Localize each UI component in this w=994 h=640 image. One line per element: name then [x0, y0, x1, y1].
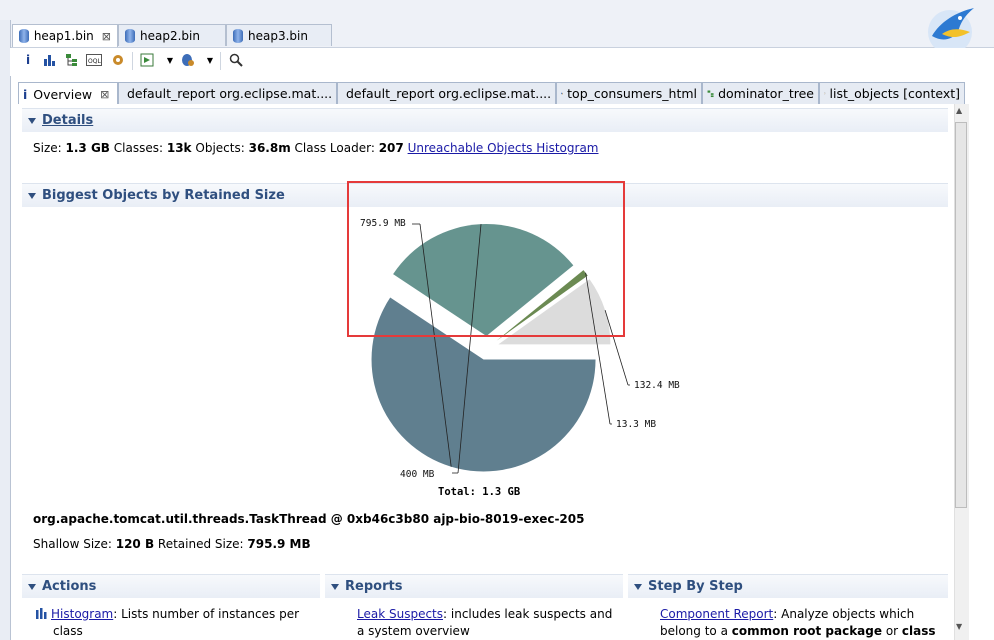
- close-icon[interactable]: ⊠: [100, 88, 109, 101]
- tab-label: list_objects [context]: [829, 86, 960, 101]
- details-line: Size: 1.3 GB Classes: 13k Objects: 36.8m…: [33, 141, 933, 155]
- toolbar: [10, 48, 994, 76]
- chevron-down-icon: [28, 117, 36, 124]
- retained-size-value: 795.9 MB: [247, 537, 311, 551]
- gear-icon[interactable]: [110, 52, 126, 68]
- shallow-size-value: 120 B: [115, 537, 155, 551]
- step-description-2: belong to a: [660, 624, 732, 638]
- tab-overview[interactable]: i Overview ⊠: [18, 82, 118, 105]
- histogram-link[interactable]: Histogram: [51, 607, 113, 621]
- histogram-icon: [36, 608, 47, 619]
- tab-heap3[interactable]: heap3.bin: [226, 24, 332, 46]
- selected-object-name[interactable]: org.apache.tomcat.util.threads.TaskThrea…: [33, 512, 584, 526]
- run-report-icon[interactable]: [140, 52, 156, 68]
- section-title: Actions: [42, 579, 97, 594]
- step-description-class: class: [901, 624, 936, 638]
- class-loader-value: 207: [378, 141, 404, 155]
- tab-default-report-1[interactable]: default_report org.eclipse.mat....: [118, 82, 337, 104]
- chevron-down-icon: [634, 583, 642, 590]
- classes-value: 13k: [166, 141, 192, 155]
- tab-default-report-2[interactable]: default_report org.eclipse.mat....: [337, 82, 556, 104]
- classes-label: Classes:: [113, 141, 164, 155]
- actions-description: : Lists number of instances per: [113, 607, 300, 621]
- step-description-or: or: [882, 624, 902, 638]
- close-icon[interactable]: ⊠: [102, 30, 111, 43]
- selected-object-sizes: Shallow Size: 120 B Retained Size: 795.9…: [33, 537, 311, 551]
- actions-description-2: class: [53, 624, 83, 638]
- step-description-bold: common root package: [731, 624, 883, 638]
- chevron-down-icon: [28, 583, 36, 590]
- dominator-tree-icon: [707, 90, 714, 98]
- search-icon[interactable]: [228, 52, 244, 68]
- toolbar-separator: [132, 52, 133, 70]
- section-title: Biggest Objects by Retained Size: [42, 188, 285, 203]
- pie-slice-label: 132.4 MB: [634, 380, 680, 391]
- tab-label: heap3.bin: [248, 28, 308, 43]
- pie-slice-label: 400 MB: [400, 469, 435, 480]
- actions-section-header[interactable]: Actions: [22, 574, 320, 598]
- pie-slice-label: 13.3 MB: [616, 419, 656, 430]
- size-value: 1.3 GB: [65, 141, 110, 155]
- step-by-step-body: Component Report: Analyze objects which b…: [660, 606, 950, 640]
- database-icon: [19, 29, 29, 43]
- leak-suspects-link[interactable]: Leak Suspects: [357, 607, 443, 621]
- tab-label: heap2.bin: [140, 28, 200, 43]
- tab-top-consumers[interactable]: top_consumers_html: [556, 82, 702, 104]
- scroll-up-icon[interactable]: ▲: [956, 106, 962, 115]
- section-title: Details: [42, 113, 94, 128]
- reports-section-header[interactable]: Reports: [325, 574, 623, 598]
- oql-icon[interactable]: OQL: [86, 52, 102, 68]
- query-browser-icon[interactable]: [180, 52, 196, 68]
- section-title: Reports: [345, 579, 403, 594]
- size-label: Size:: [33, 141, 62, 155]
- chevron-down-icon[interactable]: ▼: [162, 52, 178, 68]
- tab-heap2[interactable]: heap2.bin: [118, 24, 226, 46]
- left-panel-edge: [0, 20, 11, 640]
- tab-label: heap1.bin: [33, 29, 94, 43]
- chevron-down-icon[interactable]: ▼: [202, 52, 218, 68]
- reports-description-2: a system overview: [357, 624, 470, 638]
- pie-total-label: Total: 1.3 GB: [438, 486, 520, 498]
- reports-description: : includes leak suspects and: [443, 607, 613, 621]
- retained-size-label: Retained Size:: [157, 537, 244, 551]
- tab-label: Overview: [33, 86, 93, 102]
- app-logo-icon: [920, 2, 982, 54]
- tab-label: top_consumers_html: [567, 86, 697, 101]
- histogram-icon[interactable]: [42, 52, 58, 68]
- class-loader-label: Class Loader:: [294, 141, 375, 155]
- toolbar-separator: [220, 52, 221, 70]
- section-title: Step By Step: [648, 579, 743, 594]
- step-description: : Analyze objects which: [773, 607, 915, 621]
- scrollbar-thumb[interactable]: [955, 122, 967, 508]
- tab-dominator-tree[interactable]: dominator_tree: [702, 82, 819, 104]
- tab-label: default_report org.eclipse.mat....: [346, 86, 552, 101]
- actions-body: Histogram: Lists number of instances per…: [35, 606, 315, 640]
- chevron-down-icon: [28, 192, 36, 199]
- details-section-header[interactable]: Details: [22, 108, 948, 132]
- tab-label: default_report org.eclipse.mat....: [127, 86, 333, 101]
- reports-body: Leak Suspects: includes leak suspects an…: [357, 606, 619, 640]
- tab-list-objects[interactable]: list_objects [context]: [819, 82, 965, 104]
- unreachable-objects-histogram-link[interactable]: Unreachable Objects Histogram: [408, 141, 599, 155]
- tab-heap1[interactable]: heap1.bin ⊠: [12, 24, 118, 47]
- objects-label: Objects:: [195, 141, 245, 155]
- database-icon: [125, 28, 135, 43]
- chevron-down-icon: [331, 583, 339, 590]
- scroll-down-icon[interactable]: ▼: [956, 622, 962, 631]
- objects-value: 36.8m: [248, 141, 291, 155]
- svg-text:OQL: OQL: [88, 58, 101, 65]
- component-report-link[interactable]: Component Report: [660, 607, 773, 621]
- dominator-tree-icon[interactable]: [64, 52, 80, 68]
- document-icon: [824, 92, 826, 95]
- info-icon: i: [23, 86, 28, 102]
- database-icon: [233, 28, 243, 43]
- report-icon: [561, 92, 563, 95]
- highlight-box: [347, 181, 625, 337]
- step-by-step-section-header[interactable]: Step By Step: [628, 574, 948, 598]
- info-icon[interactable]: i: [20, 52, 36, 68]
- shallow-size-label: Shallow Size:: [33, 537, 112, 551]
- tab-label: dominator_tree: [718, 86, 814, 101]
